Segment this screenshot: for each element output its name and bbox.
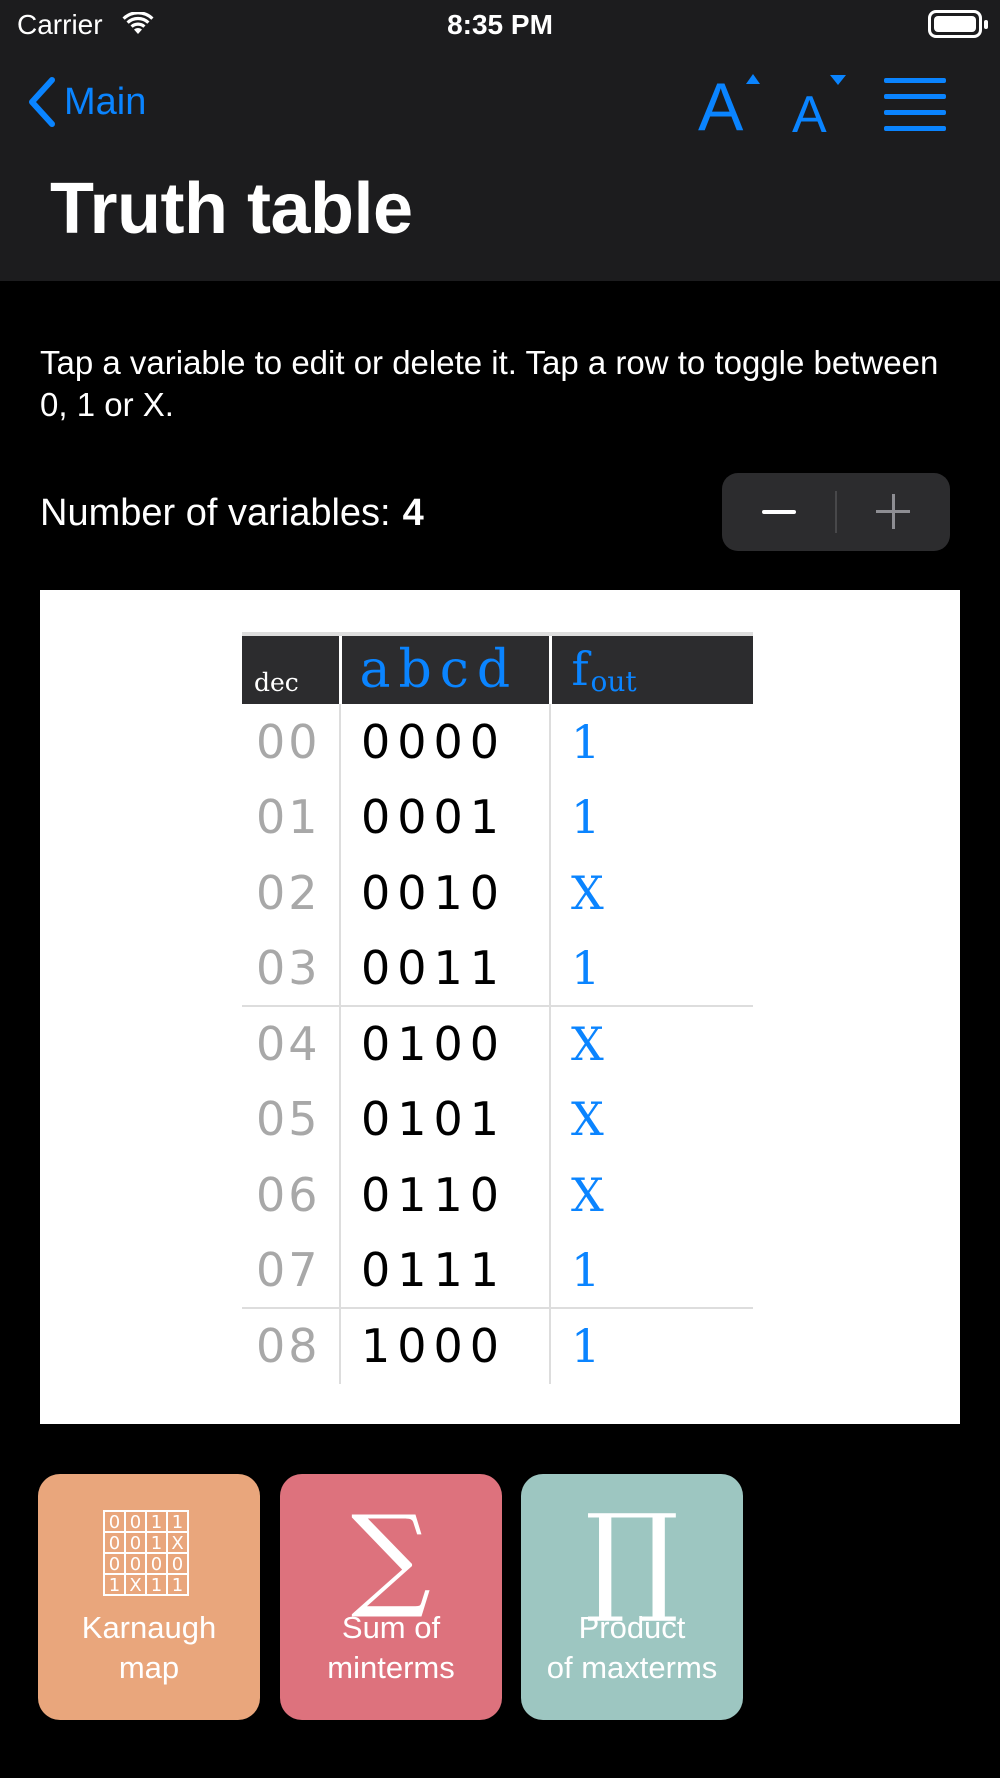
row-output[interactable]: 1 xyxy=(549,779,753,855)
row-decimal: 04 xyxy=(242,1005,340,1082)
increment-button[interactable] xyxy=(836,473,950,551)
row-decimal: 03 xyxy=(256,940,321,995)
truth-table-body: 00 0000 1 01 0001 1 02 0010 X 03 0011 1 04 0100 X 05 010… xyxy=(242,704,753,1384)
font-decrease-icon[interactable]: A xyxy=(790,72,856,134)
kmap-icon-value: 1 xyxy=(151,1575,162,1596)
table-row[interactable]: 04 0100 X xyxy=(242,1005,753,1082)
table-row[interactable]: 02 0010 X xyxy=(242,855,753,931)
header-output-main: f xyxy=(571,642,589,696)
row-decimal: 00 xyxy=(256,714,321,769)
row-inputs[interactable]: 0010 xyxy=(339,855,550,931)
row-inputs[interactable]: 0110 xyxy=(339,1157,550,1233)
kmap-icon-value: 0 xyxy=(130,1533,141,1554)
row-output[interactable]: X xyxy=(549,1005,753,1082)
sum-label-line2: minterms xyxy=(327,1650,455,1685)
kmap-icon-value: 0 xyxy=(151,1554,162,1575)
header-variables[interactable]: abcd xyxy=(338,632,550,704)
row-output[interactable]: 1 xyxy=(549,1307,753,1384)
kmap-icon-value: 0 xyxy=(172,1554,183,1575)
row-decimal: 07 xyxy=(256,1242,321,1297)
table-row[interactable]: 08 1000 1 xyxy=(242,1307,753,1384)
pi-icon: ∏ xyxy=(585,1488,679,1626)
row-output[interactable]: 1 xyxy=(549,930,753,1006)
variable-count-row: Number of variables: 4 xyxy=(40,492,424,535)
row-inputs[interactable]: 1000 xyxy=(339,1307,550,1384)
row-output[interactable]: 1 xyxy=(549,1232,753,1308)
table-row[interactable]: 00 0000 1 xyxy=(242,704,753,780)
kmap-icon-value: 1 xyxy=(109,1575,120,1596)
kmap-icon-value: 1 xyxy=(172,1575,183,1596)
row-decimal: 02 xyxy=(256,865,321,920)
row-decimal: 01 xyxy=(256,790,321,845)
page-title: Truth table xyxy=(50,169,413,249)
table-row[interactable]: 05 0101 X xyxy=(242,1081,753,1157)
battery-icon xyxy=(928,10,988,38)
back-label: Main xyxy=(64,80,147,123)
kmap-icon-value: 1 xyxy=(172,1512,183,1533)
menu-icon[interactable] xyxy=(882,76,948,132)
sigma-icon: ∑ xyxy=(351,1492,431,1622)
kmap-icon-value: 0 xyxy=(109,1533,120,1554)
header-dec: dec xyxy=(242,632,340,704)
row-inputs[interactable]: 0101 xyxy=(339,1081,550,1157)
kmap-icon-value: X xyxy=(129,1575,141,1596)
product-of-maxterms-tile[interactable]: ∏ Product of maxterms xyxy=(521,1474,743,1720)
kmap-icon-value: X xyxy=(171,1533,183,1554)
instructions-text: Tap a variable to edit or delete it. Tap… xyxy=(40,344,939,423)
kmap-icon-value: 0 xyxy=(109,1512,120,1533)
sum-of-minterms-tile[interactable]: ∑ Sum of minterms xyxy=(280,1474,502,1720)
svg-text:A: A xyxy=(698,72,744,134)
row-inputs[interactable]: 0011 xyxy=(339,930,550,1006)
variable-count-value: 4 xyxy=(402,492,424,534)
row-inputs[interactable]: 0100 xyxy=(339,1005,550,1082)
truth-table-panel: dec abcd fout 00 0000 1 01 0001 1 02 0010 X 03 001… xyxy=(40,590,960,1424)
table-row[interactable]: 07 0111 1 xyxy=(242,1232,753,1308)
font-increase-icon[interactable]: A xyxy=(698,72,764,134)
karnaugh-label-line2: map xyxy=(118,1650,180,1685)
table-row[interactable]: 03 0011 1 xyxy=(242,930,753,1006)
row-decimal: 06 xyxy=(256,1167,321,1222)
row-output[interactable]: 1 xyxy=(549,704,753,780)
back-button[interactable]: Main xyxy=(26,74,146,130)
product-of-maxterms-label: Product of maxterms xyxy=(521,1608,743,1688)
kmap-icon-value: 0 xyxy=(130,1554,141,1575)
variable-stepper xyxy=(722,473,950,551)
navigation-bar: Main A A Truth table xyxy=(0,50,1000,281)
row-output[interactable]: X xyxy=(549,1081,753,1157)
kmap-icon-value: 0 xyxy=(130,1512,141,1533)
kmap-icon-value: 1 xyxy=(151,1533,162,1554)
karnaugh-grid-icon: 0 0 1 10 0 1 X0 0 0 01 X 1 1 xyxy=(103,1510,189,1596)
row-inputs[interactable]: 0111 xyxy=(339,1232,550,1308)
sum-of-minterms-label: Sum of minterms xyxy=(280,1608,502,1688)
row-decimal: 08 xyxy=(242,1307,340,1384)
truth-table: dec abcd fout 00 0000 1 01 0001 1 02 0010 X 03 001… xyxy=(242,632,753,1384)
table-header-row: dec abcd fout xyxy=(242,632,753,704)
svg-text:A: A xyxy=(792,86,827,134)
karnaugh-map-label: Karnaugh map xyxy=(38,1608,260,1688)
row-inputs[interactable]: 0000 xyxy=(339,704,550,780)
chevron-left-icon xyxy=(29,77,55,127)
table-row[interactable]: 06 0110 X xyxy=(242,1157,753,1233)
product-label-line1: Product xyxy=(578,1610,686,1645)
row-output[interactable]: X xyxy=(549,1157,753,1233)
product-label-line2: of maxterms xyxy=(546,1650,718,1685)
karnaugh-label-line1: Karnaugh xyxy=(81,1610,217,1645)
karnaugh-map-tile[interactable]: 0011001X00001X11 Karnaugh map xyxy=(38,1474,260,1720)
row-decimal: 05 xyxy=(256,1092,321,1147)
sum-label-line1: Sum of xyxy=(341,1610,441,1645)
kmap-icon-value: 0 xyxy=(109,1554,120,1575)
decrement-button[interactable] xyxy=(722,473,836,551)
variable-count-label: Number of variables: xyxy=(40,492,391,534)
status-bar: Carrier 8:35 PM xyxy=(0,0,1000,50)
row-inputs[interactable]: 0001 xyxy=(339,779,550,855)
row-output[interactable]: X xyxy=(549,855,753,931)
header-output: fout xyxy=(548,632,753,704)
minus-icon xyxy=(762,510,796,514)
kmap-icon-value: 1 xyxy=(151,1512,162,1533)
clock: 8:35 PM xyxy=(447,9,553,40)
header-output-sub: out xyxy=(590,665,637,698)
table-row[interactable]: 01 0001 1 xyxy=(242,779,753,855)
